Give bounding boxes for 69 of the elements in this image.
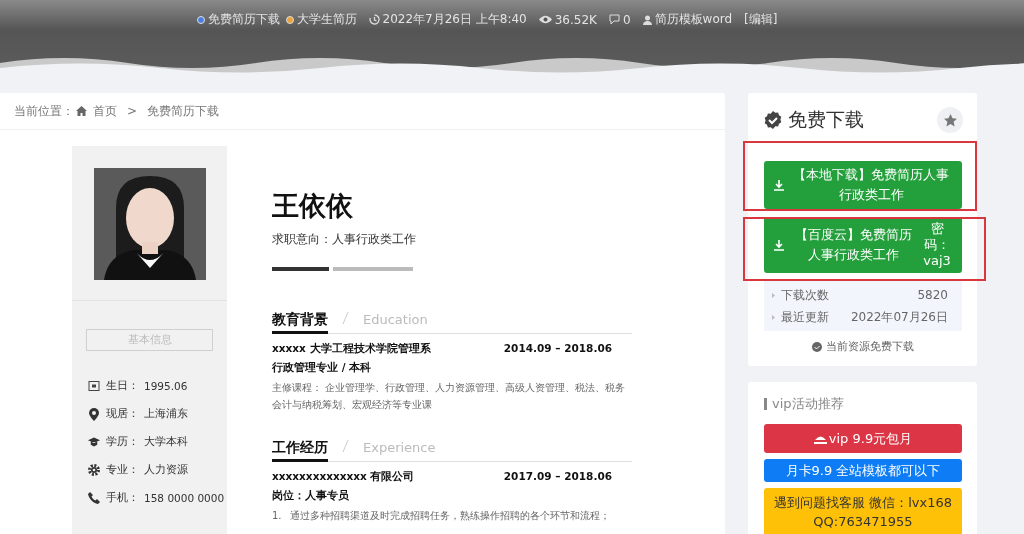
gear-icon: [88, 464, 100, 476]
panel-title: vip活动推荐: [772, 395, 844, 413]
clock-icon: [368, 14, 380, 25]
section-subtitle: Education: [363, 312, 428, 327]
list-number: 1.: [272, 509, 282, 523]
slash-divider: [342, 312, 349, 324]
download-icon: [774, 239, 784, 251]
comment-icon: [608, 14, 620, 25]
info-value: 158 0000 0000: [144, 492, 225, 504]
date-text: 2022年7月26日 上午8:40: [382, 11, 527, 28]
bullet-icon: [772, 314, 775, 320]
breadcrumb-separator: >: [127, 104, 138, 118]
description-text: 主修课程： 企业管理学、行政管理、人力资源管理、高级人资管理、税法、税务会计与纳税筹划、宏观经济等专业课: [272, 381, 627, 412]
views-text: 36.52K: [554, 12, 597, 27]
breadcrumb-link[interactable]: 首页: [93, 102, 117, 120]
phone-icon: [88, 492, 100, 504]
location-pin-icon: [88, 407, 100, 421]
comments-text: 0: [622, 12, 631, 27]
calendar-icon: [88, 380, 100, 392]
check-badge-icon: [812, 341, 822, 352]
info-label: 生日：: [106, 379, 140, 393]
info-value: 人力资源: [144, 463, 188, 477]
info-value: 1995.06: [144, 380, 188, 392]
info-value: 上海浦东: [144, 407, 188, 421]
stat-value: 2022年07月26日: [850, 308, 948, 326]
info-value: 大学本科: [144, 435, 188, 449]
info-label: 现居：: [106, 407, 140, 421]
role-text: 岗位：人事专员: [272, 489, 350, 503]
date-range: 2014.09 – 2018.06: [503, 342, 612, 356]
title-bar-icon: [764, 398, 767, 410]
stat-label: 下载次数: [781, 286, 829, 304]
organization-name: xxxxx 大学工程技术学院管理系: [272, 342, 431, 356]
graduation-cap-icon: [88, 437, 100, 447]
download-button[interactable]: 【本地下载】免费简历人事行政类工作: [764, 161, 962, 209]
section-subtitle: Experience: [363, 440, 436, 455]
eye-icon: [538, 15, 552, 24]
home-icon: [76, 106, 87, 116]
bullet-icon: [772, 292, 775, 298]
organization-name: xxxxxxxxxxxxxx 有限公司: [272, 470, 415, 484]
promo-button[interactable]: 月卡9.9 全站模板都可以下: [764, 459, 962, 482]
panel-title: 免费下载: [788, 107, 864, 132]
stat-value: 5820: [917, 288, 948, 302]
star-icon: [943, 113, 957, 127]
favorite-button[interactable]: [937, 107, 963, 133]
stat-label: 最近更新: [781, 308, 829, 326]
accent-bar: [272, 267, 329, 271]
edit-link[interactable]: [编辑]: [744, 11, 778, 28]
promo-button[interactable]: vip 9.9元包月: [764, 424, 962, 453]
info-label: 专业：: [106, 463, 140, 477]
date-range: 2017.09 – 2018.06: [503, 470, 612, 484]
duty-item: 通过多种招聘渠道及时完成招聘任务，熟练操作招聘的各个环节和流程；: [289, 509, 610, 523]
author-link[interactable]: 简历模板word: [654, 11, 733, 28]
job-intention: 求职意向：人事行政类工作: [272, 231, 417, 248]
section-title: 教育背景: [272, 311, 328, 334]
info-label: 学历：: [106, 435, 140, 449]
verified-badge-icon: [764, 111, 782, 129]
breadcrumb-link[interactable]: 免费简历下载: [147, 102, 220, 120]
role-text: 行政管理专业 / 本科: [272, 361, 373, 375]
breadcrumb-label: 当前位置：: [14, 102, 74, 120]
candidate-name: 王依依: [272, 189, 354, 223]
section-title: 工作经历: [272, 439, 328, 462]
info-label: 手机：: [106, 491, 140, 505]
category-link[interactable]: 大学生简历: [296, 11, 357, 28]
slash-divider: [342, 440, 349, 452]
download-icon: [774, 179, 784, 191]
free-note: 当前资源免费下载: [826, 339, 914, 354]
promo-button[interactable]: 遇到问题找客服 微信：lvx168 QQ:763471955: [764, 488, 962, 534]
category-link[interactable]: 免费简历下载: [207, 11, 280, 28]
user-icon: [642, 14, 652, 25]
